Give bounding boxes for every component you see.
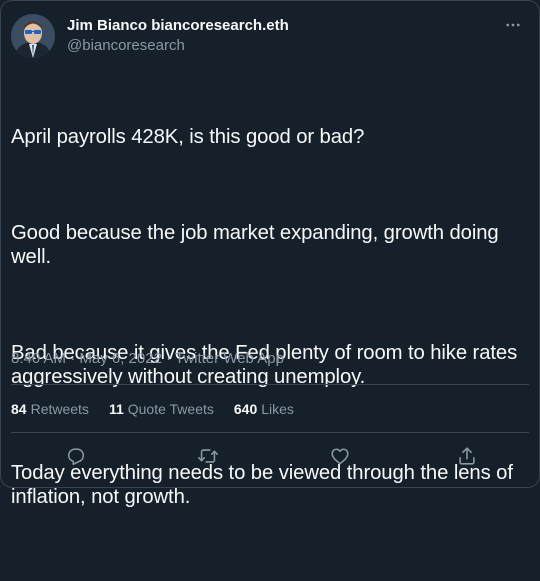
tweet-paragraph: April payrolls 428K, is this good or bad… (11, 126, 365, 148)
retweets-stat[interactable]: 84 Retweets (11, 399, 89, 419)
retweet-icon (198, 449, 218, 463)
quote-tweets-stat[interactable]: 11 Quote Tweets (109, 399, 214, 419)
author-display-name[interactable]: Jim Bianco biancoresearch.eth (67, 16, 289, 36)
tweet-timestamp[interactable]: 8:40 AM · May 6, 2022 · Twitter Web App (11, 349, 284, 369)
divider (11, 432, 529, 433)
tweet-card: Jim Bianco biancoresearch.eth @biancores… (0, 0, 540, 508)
likes-label: Likes (261, 401, 294, 417)
like-button[interactable] (327, 443, 353, 469)
author-handle[interactable]: @biancoresearch (67, 36, 289, 56)
divider (11, 384, 529, 385)
quote-tweets-label: Quote Tweets (127, 401, 214, 417)
more-options-button[interactable] (501, 15, 525, 35)
retweets-count: 84 (11, 401, 27, 417)
tweet-paragraph: Good because the job market expanding, g… (11, 222, 505, 268)
reply-icon (67, 448, 85, 466)
share-icon (459, 447, 475, 465)
quote-tweets-count: 11 (108, 401, 124, 417)
heart-icon (331, 448, 349, 465)
reply-button[interactable] (63, 443, 89, 469)
tweet-stats: 84 Retweets 11 Quote Tweets 640 Likes (11, 399, 314, 419)
retweets-label: Retweets (30, 401, 89, 417)
likes-count: 640 (233, 401, 258, 417)
retweet-button[interactable] (195, 443, 221, 469)
tweet-header: Jim Bianco biancoresearch.eth @biancores… (11, 14, 289, 58)
likes-stat[interactable]: 640 Likes (234, 399, 294, 419)
avatar-image (11, 14, 55, 58)
share-button[interactable] (454, 443, 480, 469)
avatar[interactable] (11, 14, 55, 58)
tweet-actions (11, 443, 529, 469)
tweet-text: April payrolls 428K, is this good or bad… (11, 77, 531, 581)
more-horizontal-icon (506, 23, 520, 27)
author-names: Jim Bianco biancoresearch.eth @biancores… (67, 16, 289, 56)
